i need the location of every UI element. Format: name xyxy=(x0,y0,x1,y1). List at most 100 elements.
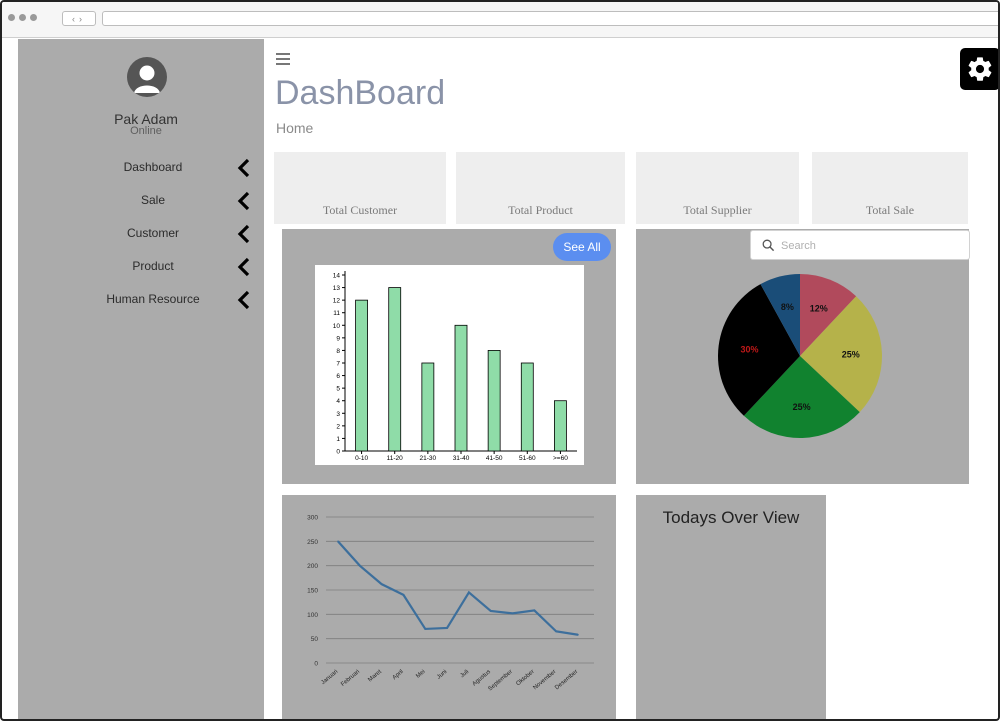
y-tick-label: 4 xyxy=(336,398,340,405)
x-tick-label: Maret xyxy=(367,669,383,684)
maximize-dot[interactable] xyxy=(30,14,37,21)
bar xyxy=(520,362,534,452)
stat-card-total-sale[interactable]: Total Sale xyxy=(812,152,968,224)
line-point xyxy=(402,594,405,596)
line-point xyxy=(359,564,361,567)
address-bar[interactable] xyxy=(102,11,998,26)
stat-card-total-customer[interactable]: Total Customer xyxy=(274,152,446,224)
line-point xyxy=(489,610,492,612)
x-tick-label: 11-20 xyxy=(387,455,404,462)
gear-icon xyxy=(968,57,992,81)
pie-label: 25% xyxy=(842,349,860,359)
y-tick-label: 150 xyxy=(307,588,318,595)
pie-label: 12% xyxy=(810,304,828,314)
y-tick-label: 11 xyxy=(333,310,340,317)
x-tick-label: Februari xyxy=(340,669,361,688)
chevron-left-icon xyxy=(237,191,250,211)
line-point xyxy=(468,591,470,594)
y-tick-label: 12 xyxy=(333,298,341,305)
user-icon xyxy=(134,65,160,93)
search-box[interactable] xyxy=(750,230,970,260)
y-tick-label: 3 xyxy=(336,411,340,418)
y-tick-label: 200 xyxy=(307,563,318,570)
chevron-left-icon xyxy=(237,257,250,277)
x-tick-label: 0-10 xyxy=(355,455,368,462)
settings-button[interactable] xyxy=(960,48,998,90)
x-tick-label: 41-50 xyxy=(486,455,503,462)
bar xyxy=(487,350,501,452)
line-point xyxy=(446,627,448,629)
bar xyxy=(355,299,368,452)
pie-label: 30% xyxy=(741,345,759,355)
line-series xyxy=(337,540,579,636)
sidebar-item-dashboard[interactable]: Dashboard xyxy=(18,157,264,179)
x-tick-label: 31-40 xyxy=(453,455,470,462)
page-title: DashBoard xyxy=(275,74,446,112)
close-dot[interactable] xyxy=(8,14,15,21)
stat-card-total-product[interactable]: Total Product xyxy=(456,152,625,224)
x-tick-label: Agustus xyxy=(472,669,492,688)
y-tick-label: 9 xyxy=(336,335,340,342)
overview-panel xyxy=(636,495,826,719)
y-tick-label: 13 xyxy=(333,285,341,292)
line-point xyxy=(577,633,579,636)
stat-label: Total Sale xyxy=(865,203,915,217)
x-tick-label: Oktober xyxy=(515,669,535,687)
x-tick-label: Mei xyxy=(415,669,426,680)
see-all-button[interactable]: See All xyxy=(553,233,611,261)
bar xyxy=(388,287,402,452)
sidebar: Pak Adam Online Dashboard Sale Customer … xyxy=(18,39,264,719)
search-input[interactable] xyxy=(781,236,961,256)
pie-label: 25% xyxy=(793,402,811,412)
x-tick-label: April xyxy=(392,669,405,681)
y-tick-label: 8 xyxy=(336,348,340,355)
browser-toolbar: ‹› xyxy=(2,2,998,38)
stat-card-total-supplier[interactable]: Total Supplier xyxy=(636,152,799,224)
sidebar-item-customer[interactable]: Customer xyxy=(18,223,264,245)
x-tick-label: Juli xyxy=(459,669,470,679)
y-tick-label: 6 xyxy=(336,373,340,380)
sidebar-item-sale[interactable]: Sale xyxy=(18,190,264,212)
stat-label: Total Product xyxy=(508,203,573,217)
x-tick-label: September xyxy=(487,669,513,692)
pie-chart: 12% 25% 25% 30% 8% xyxy=(718,274,882,438)
y-tick-label: 50 xyxy=(311,636,319,643)
y-tick-label: 1 xyxy=(336,436,340,443)
line-point xyxy=(424,628,427,630)
user-status: Online xyxy=(130,125,162,137)
stat-label: Total Customer xyxy=(322,203,398,217)
window-controls xyxy=(8,14,37,21)
x-tick-label: November xyxy=(532,669,557,691)
bar xyxy=(554,400,567,452)
line-point xyxy=(380,583,383,585)
line-point xyxy=(533,609,536,612)
line-point xyxy=(337,540,339,543)
bar-chart-area: 0 1 2 3 4 5 6 7 8 9 10 11 12 13 14 0-10 11-20 21-30 31-40 4… xyxy=(315,265,584,465)
x-tick-label: >=60 xyxy=(553,455,568,462)
chevron-left-icon xyxy=(237,290,250,310)
y-tick-label: 7 xyxy=(336,361,340,368)
line-chart: 0 50 100 150 200 250 300 Januari Februari Maret Ap… xyxy=(307,515,594,692)
back-forward-buttons[interactable]: ‹› xyxy=(62,11,96,26)
y-tick-label: 14 xyxy=(333,273,341,280)
minimize-dot[interactable] xyxy=(19,14,26,21)
hamburger-menu-icon[interactable] xyxy=(276,53,290,65)
sidebar-item-human-resource[interactable]: Human Resource xyxy=(18,289,264,311)
breadcrumb[interactable]: Home xyxy=(276,120,313,136)
chevron-left-icon xyxy=(237,158,250,178)
overview-title: Todays Over View xyxy=(662,508,800,527)
bar-chart: 012345678910111213140-10 11-20 21-30 31-40 4… xyxy=(333,271,577,462)
line-point xyxy=(511,612,514,615)
line-chart-panel: 0 50 100 150 200 250 300 Januari Februari Maret Ap… xyxy=(282,495,616,719)
y-tick-label: 250 xyxy=(307,539,318,546)
chevron-left-icon xyxy=(237,224,250,244)
y-tick-label: 0 xyxy=(336,449,340,456)
search-icon xyxy=(762,239,775,252)
x-tick-label: Juni xyxy=(436,669,448,681)
line-point xyxy=(555,630,557,633)
x-tick-label: Desember xyxy=(554,669,579,691)
avatar xyxy=(127,57,167,97)
y-tick-label: 10 xyxy=(333,323,341,330)
stat-label: Total Supplier xyxy=(683,203,752,217)
sidebar-item-product[interactable]: Product xyxy=(18,256,264,278)
